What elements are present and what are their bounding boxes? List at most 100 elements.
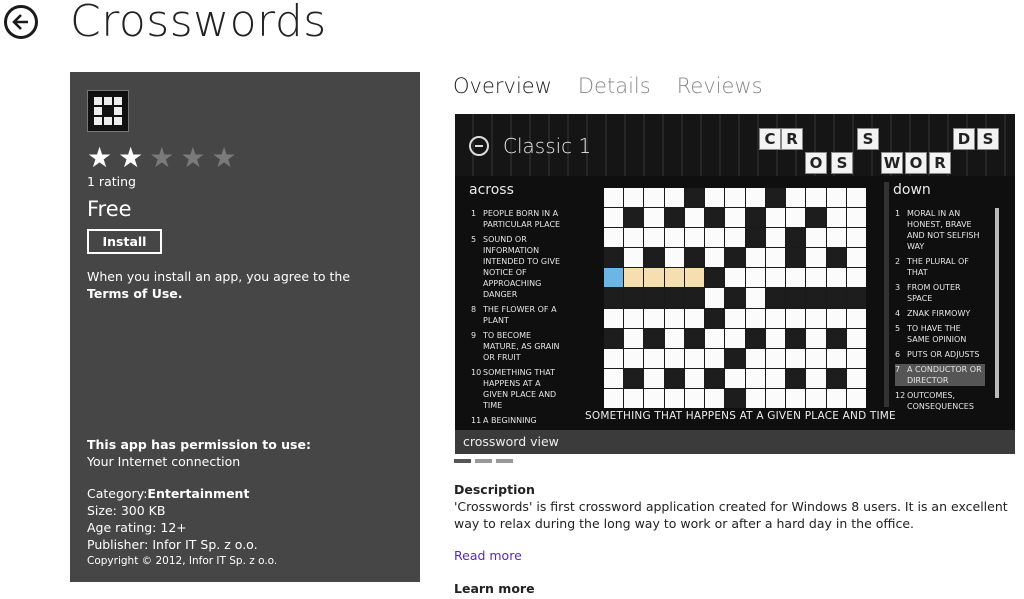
- grid-cell[interactable]: [765, 348, 786, 368]
- grid-cell[interactable]: [725, 388, 745, 408]
- grid-cell[interactable]: [745, 288, 765, 308]
- grid-cell[interactable]: [786, 348, 806, 368]
- grid-cell[interactable]: [806, 228, 826, 248]
- pager-dot[interactable]: [496, 459, 513, 463]
- grid-cell[interactable]: [806, 328, 826, 348]
- grid-cell[interactable]: [745, 308, 765, 328]
- grid-cell[interactable]: [705, 348, 725, 368]
- grid-cell[interactable]: [806, 288, 826, 308]
- grid-cell[interactable]: [684, 388, 705, 408]
- grid-cell[interactable]: [604, 248, 624, 268]
- grid-cell[interactable]: [846, 268, 866, 288]
- grid-cell[interactable]: [604, 388, 624, 408]
- grid-cell[interactable]: [725, 188, 745, 208]
- grid-cell[interactable]: [705, 248, 725, 268]
- grid-cell[interactable]: [725, 368, 745, 388]
- grid-cell[interactable]: [786, 268, 806, 288]
- grid-cell[interactable]: [624, 228, 644, 248]
- grid-cell[interactable]: [826, 308, 846, 328]
- grid-cell[interactable]: [604, 308, 624, 328]
- grid-cell[interactable]: [745, 348, 765, 368]
- grid-cell[interactable]: [846, 248, 866, 268]
- grid-cell[interactable]: [705, 388, 725, 408]
- grid-cell[interactable]: [826, 388, 846, 408]
- clue-item[interactable]: 6 PUTS OR ADJUSTS: [895, 349, 985, 360]
- grid-cell[interactable]: [786, 208, 806, 228]
- grid-cell[interactable]: [745, 208, 765, 228]
- grid-cell[interactable]: [624, 368, 644, 388]
- grid-cell[interactable]: [826, 228, 846, 248]
- grid-cell[interactable]: [745, 248, 765, 268]
- grid-cell[interactable]: [846, 208, 866, 228]
- grid-cell[interactable]: [846, 388, 866, 408]
- grid-cell[interactable]: [705, 288, 725, 308]
- grid-cell[interactable]: [765, 208, 786, 228]
- grid-cell[interactable]: [725, 328, 745, 348]
- clue-item[interactable]: 5 TO HAVE THE SAME OPINION: [895, 323, 985, 345]
- screenshot-pager[interactable]: [454, 459, 513, 463]
- grid-cell[interactable]: [684, 268, 705, 288]
- clue-item[interactable]: 7 A CONDUCTOR OR DIRECTOR: [895, 364, 985, 386]
- grid-cell[interactable]: [826, 348, 846, 368]
- grid-cell[interactable]: [705, 368, 725, 388]
- grid-cell[interactable]: [806, 388, 826, 408]
- install-button[interactable]: Install: [87, 229, 162, 254]
- back-button[interactable]: [4, 5, 38, 39]
- grid-cell[interactable]: [604, 268, 624, 288]
- grid-cell[interactable]: [684, 208, 705, 228]
- grid-cell[interactable]: [604, 228, 624, 248]
- grid-cell[interactable]: [684, 228, 705, 248]
- grid-cell[interactable]: [826, 268, 846, 288]
- grid-cell[interactable]: [644, 188, 664, 208]
- tab-reviews[interactable]: Reviews: [677, 74, 763, 98]
- grid-cell[interactable]: [786, 188, 806, 208]
- tab-details[interactable]: Details: [578, 74, 651, 98]
- grid-cell[interactable]: [786, 368, 806, 388]
- clue-item[interactable]: 10 SOMETHING THAT HAPPENS AT A GIVEN PLAC…: [471, 367, 561, 411]
- grid-cell[interactable]: [765, 268, 786, 288]
- grid-cell[interactable]: [705, 228, 725, 248]
- grid-cell[interactable]: [806, 188, 826, 208]
- grid-cell[interactable]: [786, 288, 806, 308]
- clue-item[interactable]: 1 PEOPLE BORN IN A PARTICULAR PLACE: [471, 208, 561, 230]
- grid-cell[interactable]: [684, 328, 705, 348]
- grid-cell[interactable]: [846, 328, 866, 348]
- grid-cell[interactable]: [846, 348, 866, 368]
- down-clue-scrollbar[interactable]: [995, 208, 999, 398]
- clue-item[interactable]: 1 MORAL IN AN HONEST, BRAVE AND NOT SELFI…: [895, 208, 985, 252]
- clue-item[interactable]: 2 THE PLURAL OF THAT: [895, 256, 985, 278]
- grid-cell[interactable]: [684, 288, 705, 308]
- grid-cell[interactable]: [705, 188, 725, 208]
- grid-cell[interactable]: [705, 308, 725, 328]
- grid-cell[interactable]: [786, 228, 806, 248]
- grid-cell[interactable]: [826, 328, 846, 348]
- terms-of-use-link[interactable]: Terms of Use.: [87, 286, 183, 301]
- grid-cell[interactable]: [664, 288, 684, 308]
- grid-cell[interactable]: [644, 228, 664, 248]
- grid-cell[interactable]: [806, 368, 826, 388]
- clue-item[interactable]: 4 ZNAK FIRMOWY: [895, 308, 985, 319]
- grid-cell[interactable]: [806, 348, 826, 368]
- grid-cell[interactable]: [644, 368, 664, 388]
- grid-cell[interactable]: [765, 368, 786, 388]
- grid-cell[interactable]: [664, 328, 684, 348]
- grid-cell[interactable]: [846, 368, 866, 388]
- grid-cell[interactable]: [765, 248, 786, 268]
- tab-overview[interactable]: Overview: [453, 74, 552, 98]
- grid-cell[interactable]: [604, 208, 624, 228]
- grid-cell[interactable]: [765, 288, 786, 308]
- grid-cell[interactable]: [624, 248, 644, 268]
- grid-cell[interactable]: [806, 268, 826, 288]
- clue-item[interactable]: 11 A BEGINNING: [471, 415, 561, 426]
- grid-cell[interactable]: [725, 248, 745, 268]
- grid-cell[interactable]: [846, 288, 866, 308]
- grid-cell[interactable]: [826, 188, 846, 208]
- clue-scroll-track[interactable]: [884, 182, 889, 407]
- grid-cell[interactable]: [765, 188, 786, 208]
- grid-cell[interactable]: [745, 328, 765, 348]
- pager-dot[interactable]: [475, 459, 492, 463]
- grid-cell[interactable]: [705, 268, 725, 288]
- clue-item[interactable]: 3 FROM OUTER SPACE: [895, 282, 985, 304]
- grid-cell[interactable]: [664, 308, 684, 328]
- grid-cell[interactable]: [624, 328, 644, 348]
